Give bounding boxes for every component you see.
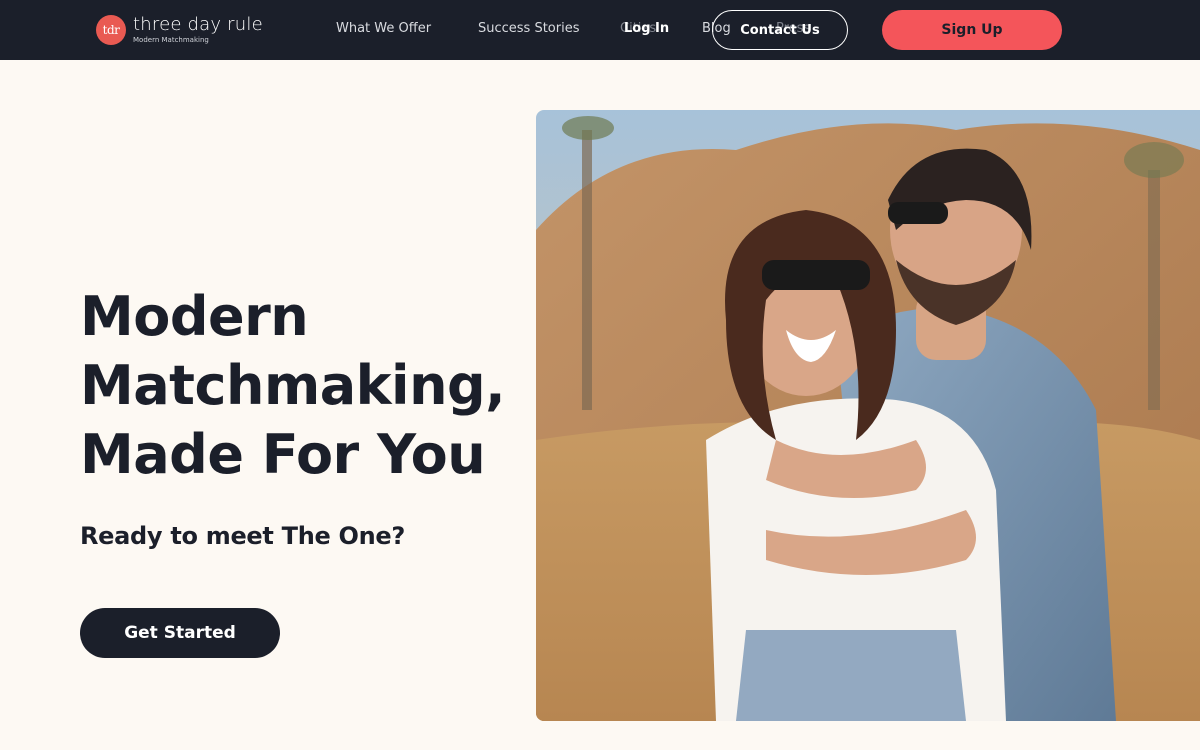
logo-mark-icon: tdr <box>96 15 126 45</box>
hero-title-line: Modern <box>80 285 309 348</box>
couple-photo <box>536 110 1200 721</box>
logo-name: three day rule <box>133 14 263 35</box>
logo-tagline: Modern Matchmaking <box>133 36 209 44</box>
logo[interactable]: tdr three day rule Modern Matchmaking <box>96 14 263 46</box>
sign-up-button[interactable]: Sign Up <box>882 10 1062 50</box>
get-started-button[interactable]: Get Started <box>80 608 280 658</box>
hero-subtitle: Ready to meet The One? <box>80 522 406 550</box>
hero-title: Modern Matchmaking, Made For You <box>80 282 520 489</box>
nav-success-stories[interactable]: Success Stories <box>478 20 580 38</box>
nav-what-we-offer[interactable]: What We Offer <box>336 20 431 38</box>
contact-us-button[interactable]: Contact Us <box>712 10 848 50</box>
login-link[interactable]: Log In <box>624 20 669 38</box>
hero-title-line: Made For You <box>80 423 486 486</box>
logo-text: three day rule Modern Matchmaking <box>133 15 263 45</box>
couple-photo-illustration <box>536 110 1200 721</box>
hero-title-line: Matchmaking, <box>80 354 506 417</box>
top-navigation-bar: tdr three day rule Modern Matchmaking Wh… <box>0 0 1200 60</box>
